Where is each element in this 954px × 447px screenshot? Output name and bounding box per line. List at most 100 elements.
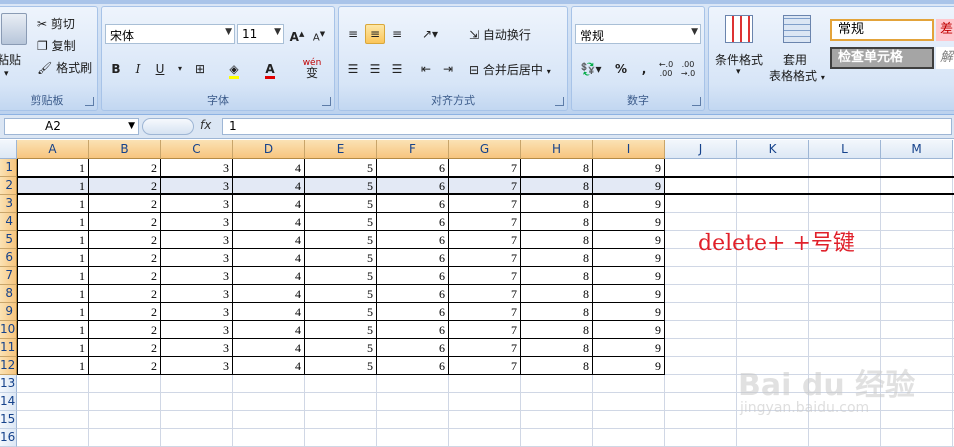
cell-d6[interactable]: 4 bbox=[233, 249, 305, 267]
conditional-format-button[interactable]: 条件格式 bbox=[715, 51, 763, 68]
column-header-i[interactable]: I bbox=[593, 140, 665, 159]
increase-decimal-button[interactable]: ←.0 .00 bbox=[656, 59, 676, 79]
cell-a7[interactable]: 1 bbox=[17, 267, 89, 285]
cell-i3[interactable]: 9 bbox=[593, 195, 665, 213]
cell-e11[interactable]: 5 bbox=[305, 339, 377, 357]
accounting-format-button[interactable]: 💱▾ bbox=[575, 59, 607, 79]
row-header-15[interactable]: 15 bbox=[0, 411, 17, 429]
cell-b5[interactable]: 2 bbox=[89, 231, 161, 249]
row-header-13[interactable]: 13 bbox=[0, 375, 17, 393]
cell-g9[interactable]: 7 bbox=[449, 303, 521, 321]
cell-a5[interactable]: 1 bbox=[17, 231, 89, 249]
cell-d10[interactable]: 4 bbox=[233, 321, 305, 339]
cell-g6[interactable]: 7 bbox=[449, 249, 521, 267]
cell-b1[interactable]: 2 bbox=[89, 159, 161, 177]
cell-b3[interactable]: 2 bbox=[89, 195, 161, 213]
style-bad-cell[interactable]: 差 bbox=[936, 19, 954, 41]
cell-c2[interactable]: 3 bbox=[161, 177, 233, 195]
cell-d11[interactable]: 4 bbox=[233, 339, 305, 357]
cell-b9[interactable]: 2 bbox=[89, 303, 161, 321]
paste-icon[interactable] bbox=[1, 13, 27, 45]
cell-h2[interactable]: 8 bbox=[521, 177, 593, 195]
cell-f8[interactable]: 6 bbox=[377, 285, 449, 303]
align-right-button[interactable]: ☰ bbox=[387, 59, 407, 79]
font-name-select[interactable]: 宋体 ▼ bbox=[105, 24, 235, 44]
column-header-a[interactable]: A bbox=[17, 140, 89, 159]
cell-d8[interactable]: 4 bbox=[233, 285, 305, 303]
cell-h10[interactable]: 8 bbox=[521, 321, 593, 339]
orientation-button[interactable]: ↗▾ bbox=[416, 24, 444, 44]
cell-d2[interactable]: 4 bbox=[233, 177, 305, 195]
name-box[interactable]: A2 ▼ bbox=[4, 118, 139, 135]
cell-h3[interactable]: 8 bbox=[521, 195, 593, 213]
cell-g3[interactable]: 7 bbox=[449, 195, 521, 213]
cell-a3[interactable]: 1 bbox=[17, 195, 89, 213]
cell-a12[interactable]: 1 bbox=[17, 357, 89, 375]
paste-dropdown-icon[interactable]: ▾ bbox=[4, 69, 9, 79]
cell-d1[interactable]: 4 bbox=[233, 159, 305, 177]
cell-d4[interactable]: 4 bbox=[233, 213, 305, 231]
cell-e8[interactable]: 5 bbox=[305, 285, 377, 303]
row-header-10[interactable]: 10 bbox=[0, 321, 17, 339]
number-launcher-icon[interactable] bbox=[692, 97, 701, 106]
paste-button[interactable]: 粘贴 bbox=[0, 51, 21, 68]
cell-g5[interactable]: 7 bbox=[449, 231, 521, 249]
cell-g11[interactable]: 7 bbox=[449, 339, 521, 357]
conditional-format-icon[interactable] bbox=[725, 15, 753, 43]
font-color-button[interactable]: A bbox=[260, 59, 280, 79]
merge-center-button[interactable]: ⊟ 合并后居中 ▾ bbox=[469, 61, 551, 78]
row-header-5[interactable]: 5 bbox=[0, 231, 17, 249]
cell-f1[interactable]: 6 bbox=[377, 159, 449, 177]
borders-button[interactable]: ⊞ bbox=[190, 59, 210, 79]
cell-d9[interactable]: 4 bbox=[233, 303, 305, 321]
column-header-b[interactable]: B bbox=[89, 140, 161, 159]
cell-e6[interactable]: 5 bbox=[305, 249, 377, 267]
cell-h1[interactable]: 8 bbox=[521, 159, 593, 177]
column-header-m[interactable]: M bbox=[881, 140, 953, 159]
font-size-select[interactable]: 11 ▼ bbox=[237, 24, 284, 44]
cell-d5[interactable]: 4 bbox=[233, 231, 305, 249]
format-painter-button[interactable]: 🖌 格式刷 bbox=[37, 59, 92, 76]
cell-f3[interactable]: 6 bbox=[377, 195, 449, 213]
cell-i1[interactable]: 9 bbox=[593, 159, 665, 177]
row-header-8[interactable]: 8 bbox=[0, 285, 17, 303]
column-header-g[interactable]: G bbox=[449, 140, 521, 159]
column-header-f[interactable]: F bbox=[377, 140, 449, 159]
cell-c11[interactable]: 3 bbox=[161, 339, 233, 357]
cell-c12[interactable]: 3 bbox=[161, 357, 233, 375]
cell-d7[interactable]: 4 bbox=[233, 267, 305, 285]
cell-c7[interactable]: 3 bbox=[161, 267, 233, 285]
bold-button[interactable]: B bbox=[106, 59, 126, 79]
decrease-decimal-button[interactable]: .00 →.0 bbox=[678, 59, 698, 79]
select-all-corner[interactable] bbox=[0, 140, 17, 159]
row-header-12[interactable]: 12 bbox=[0, 357, 17, 375]
cell-i5[interactable]: 9 bbox=[593, 231, 665, 249]
column-header-l[interactable]: L bbox=[809, 140, 881, 159]
cell-g1[interactable]: 7 bbox=[449, 159, 521, 177]
cell-f5[interactable]: 6 bbox=[377, 231, 449, 249]
cell-g12[interactable]: 7 bbox=[449, 357, 521, 375]
cell-e2[interactable]: 5 bbox=[305, 177, 377, 195]
number-format-select[interactable]: 常规 ▼ bbox=[575, 24, 701, 44]
row-header-2[interactable]: 2 bbox=[0, 177, 17, 195]
cell-a4[interactable]: 1 bbox=[17, 213, 89, 231]
cell-e10[interactable]: 5 bbox=[305, 321, 377, 339]
cell-c8[interactable]: 3 bbox=[161, 285, 233, 303]
cell-g8[interactable]: 7 bbox=[449, 285, 521, 303]
style-explanatory-cell[interactable]: 解 bbox=[936, 47, 954, 69]
align-bottom-button[interactable]: ≡ bbox=[387, 24, 407, 44]
underline-button[interactable]: U bbox=[150, 59, 170, 79]
grow-font-button[interactable]: A▲ bbox=[287, 24, 307, 44]
cell-c10[interactable]: 3 bbox=[161, 321, 233, 339]
cell-f11[interactable]: 6 bbox=[377, 339, 449, 357]
style-normal-cell[interactable]: 常规 bbox=[830, 19, 934, 41]
cell-e4[interactable]: 5 bbox=[305, 213, 377, 231]
cell-b6[interactable]: 2 bbox=[89, 249, 161, 267]
cell-b10[interactable]: 2 bbox=[89, 321, 161, 339]
comma-button[interactable]: , bbox=[634, 59, 654, 79]
cell-f9[interactable]: 6 bbox=[377, 303, 449, 321]
cell-e9[interactable]: 5 bbox=[305, 303, 377, 321]
align-middle-button[interactable]: ≡ bbox=[365, 24, 385, 44]
cell-h4[interactable]: 8 bbox=[521, 213, 593, 231]
cell-c5[interactable]: 3 bbox=[161, 231, 233, 249]
